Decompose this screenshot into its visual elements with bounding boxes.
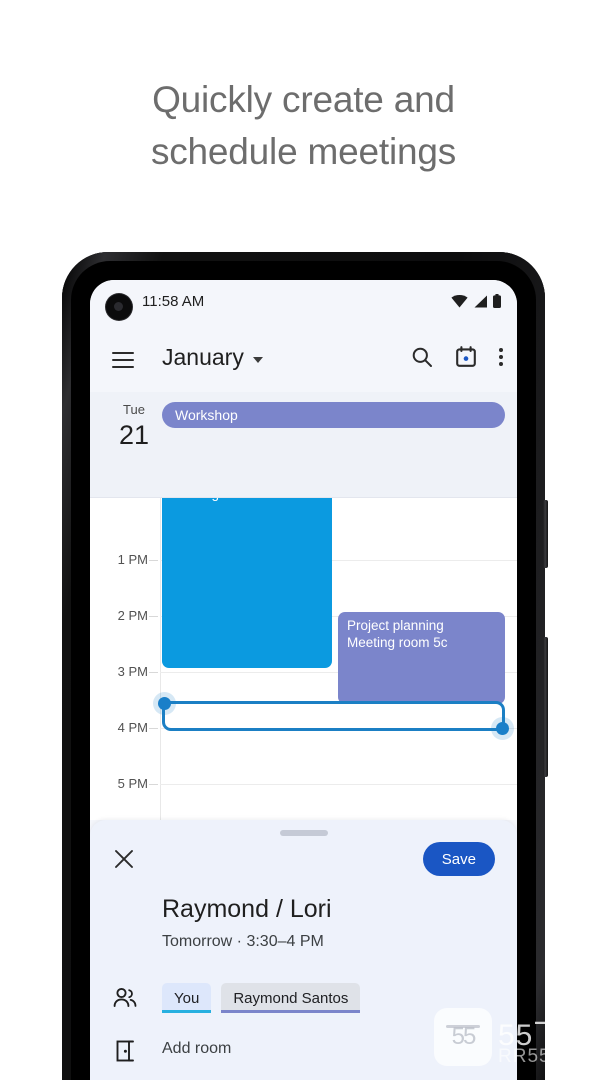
page-title: Quickly create and schedule meetings [0,74,607,178]
hour-label: 5 PM [117,776,148,791]
close-icon[interactable] [113,848,135,870]
day-header: Tue 21 Workshop [90,392,517,498]
month-label: January [162,344,244,370]
all-day-event-workshop[interactable]: Workshop [162,402,505,428]
wifi-icon [451,294,468,307]
hour-gridline [160,784,517,785]
hamburger-menu-icon[interactable] [112,352,134,368]
event-project-planning[interactable]: Project planning Meeting room 5c [338,612,505,704]
status-bar-icons [451,294,501,308]
chevron-down-icon [252,356,263,363]
new-event-selection[interactable] [158,697,509,735]
headline-line-1: Quickly create and [152,79,455,120]
front-camera-punch-hole [106,294,132,320]
hour-label: 4 PM [117,720,148,735]
sheet-drag-handle[interactable] [279,830,328,836]
hour-tick [149,616,158,617]
month-selector[interactable]: January [162,344,263,371]
event-title: Project planning [347,618,444,633]
add-room-label: Add room [162,1040,232,1057]
event-details-bottom-sheet: Save Raymond / Lori Tomorrow · 3:30–4 PM… [90,820,517,1080]
guest-chip-you[interactable]: You [162,983,212,1013]
event-title: Raymond / Lori [162,895,332,923]
people-icon [113,987,137,1007]
save-button[interactable]: Save [422,842,495,876]
hour-label: 1 PM [117,552,148,567]
hour-tick [149,560,158,561]
app-bar-actions [411,346,503,368]
calendar-today-icon[interactable] [455,346,477,368]
phone-mockup: 11:58 AM January Tue 21 Workshop 1 PM 2 … [62,252,548,1080]
power-button[interactable] [543,500,548,568]
room-door-icon [116,1040,134,1062]
event-subtitle: Meeting room 5c [347,635,448,650]
hour-tick [149,784,158,785]
room-row[interactable]: Add room [90,1036,517,1076]
volume-button[interactable] [543,637,548,777]
event-datetime: Tomorrow · 3:30–4 PM [162,933,324,950]
more-vertical-icon[interactable] [499,347,503,367]
screenshot-root: Quickly create and schedule meetings 11:… [0,0,607,1080]
hour-label: 2 PM [117,608,148,623]
status-bar-time: 11:58 AM [142,293,205,310]
guest-chip-raymond-santos[interactable]: Raymond Santos [221,983,361,1013]
battery-icon [493,294,501,308]
calendar-time-grid[interactable]: 1 PM 2 PM 3 PM 4 PM 5 PM Project plannin… [90,498,517,820]
day-of-week-label: Tue [123,402,145,417]
all-day-event-label: Workshop [175,407,238,423]
cell-signal-icon [474,295,487,307]
phone-screen: 11:58 AM January Tue 21 Workshop 1 PM 2 … [90,280,517,1080]
event-subtitle: Meeting room 4a [171,498,323,502]
hour-tick [149,672,158,673]
status-bar: 11:58 AM [90,280,517,332]
app-bar: January [90,332,517,392]
day-number-label[interactable]: 21 [108,420,160,451]
resize-handle-start[interactable] [158,697,171,710]
guest-chips: You Raymond Santos [162,983,361,1013]
hour-label: 3 PM [117,664,148,679]
headline-line-2: schedule meetings [150,131,457,172]
search-icon[interactable] [411,346,433,368]
hour-row-5pm: 5 PM [90,776,517,791]
event-meeting-room-4a[interactable]: Meeting room 4a [162,498,332,668]
guests-row: You Raymond Santos [90,983,517,1027]
resize-handle-end[interactable] [496,722,509,735]
hour-tick [149,728,158,729]
time-column-divider [160,498,161,820]
